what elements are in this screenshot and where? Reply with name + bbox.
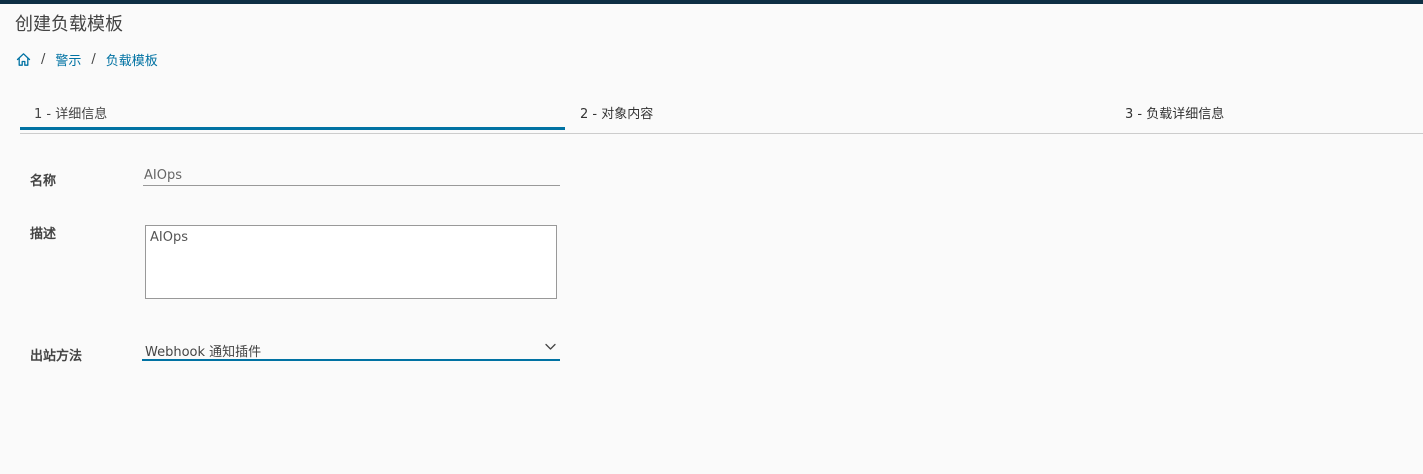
home-icon[interactable] [16,52,31,67]
breadcrumb-separator: / [91,51,96,67]
name-input[interactable] [143,165,560,186]
page-title: 创建负载模板 [15,14,123,35]
name-label: 名称 [30,174,57,189]
outbound-method-selected-value: Webhook 通知插件 [145,345,262,360]
outbound-method-select[interactable]: Webhook 通知插件 [142,339,560,361]
breadcrumb: / 警示 / 负载模板 [16,49,158,69]
breadcrumb-link-payload-templates[interactable]: 负载模板 [106,50,158,69]
tab-step-details[interactable]: 1 - 详细信息 [20,100,565,130]
description-label: 描述 [30,227,57,242]
outbound-method-label: 出站方法 [30,349,83,364]
top-banner-bar [0,0,1423,4]
breadcrumb-separator: / [41,51,46,67]
wizard-steps: 1 - 详细信息 2 - 对象内容 3 - 负载详细信息 [20,100,1423,134]
tab-step-object-content[interactable]: 2 - 对象内容 [580,100,653,130]
description-textarea[interactable]: AIOps [145,225,557,299]
tab-step-payload-details[interactable]: 3 - 负载详细信息 [1125,100,1224,130]
chevron-down-icon [545,343,556,351]
breadcrumb-link-alerts[interactable]: 警示 [55,50,81,69]
